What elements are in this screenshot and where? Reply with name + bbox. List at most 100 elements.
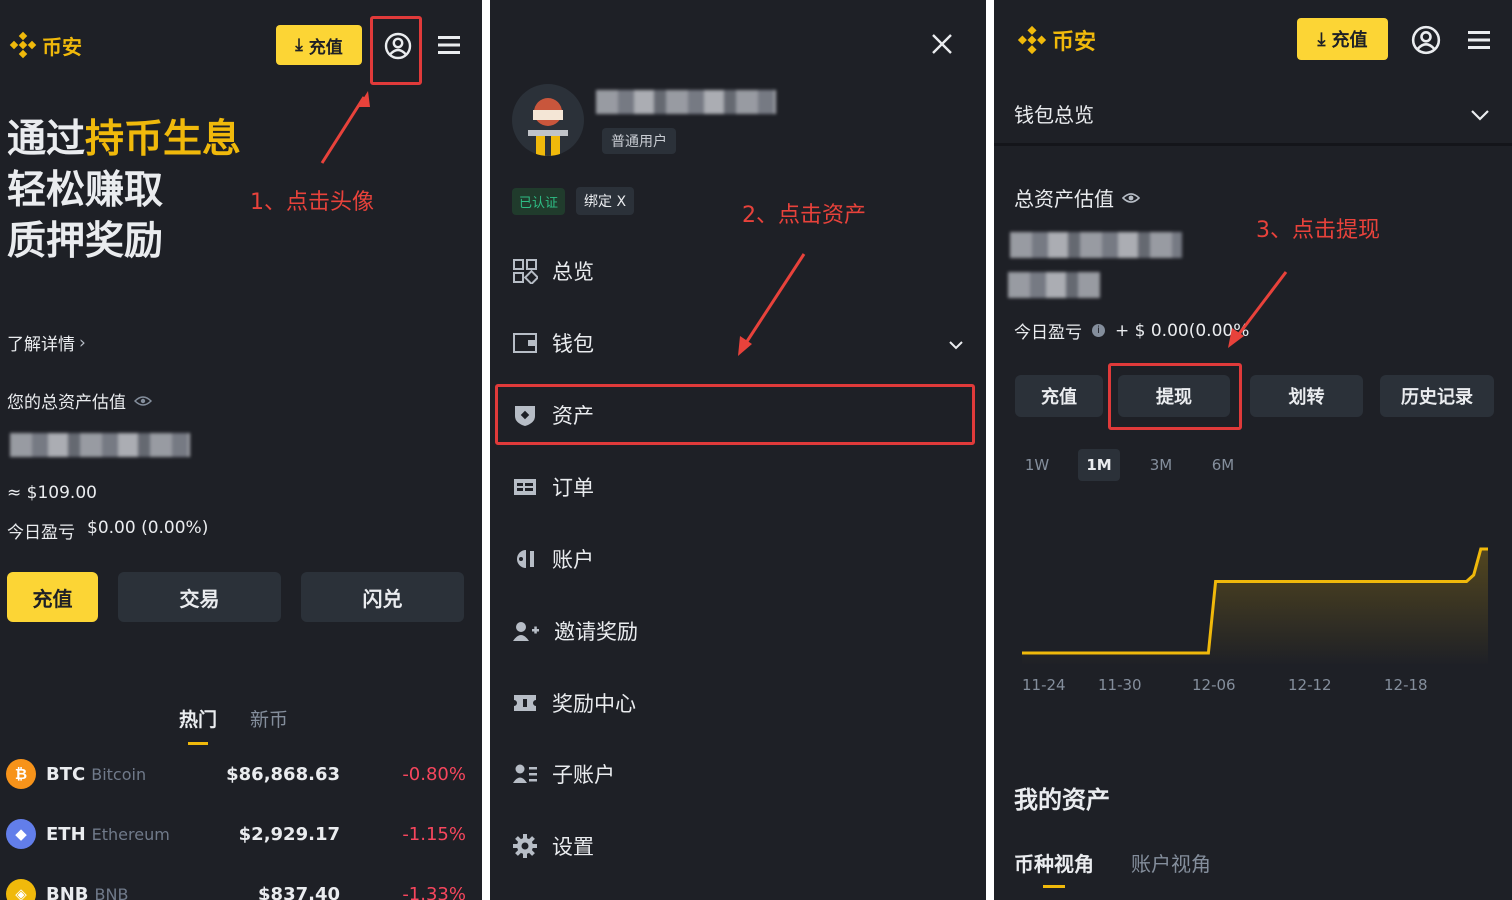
transfer-button[interactable]: 划转 — [1250, 375, 1363, 417]
total-assets-header-2: 总资产估值 — [1014, 183, 1140, 212]
tab-hot[interactable]: 热门 — [179, 705, 217, 745]
avatar-button-2[interactable] — [1408, 22, 1444, 58]
trade-button[interactable]: 交易 — [118, 572, 281, 622]
home-deposit-button[interactable]: 充值 — [7, 572, 98, 622]
coin-name: Bitcoin — [91, 764, 147, 784]
range-1m[interactable]: 1M — [1078, 449, 1120, 481]
menu-settings-label: 设置 — [552, 835, 594, 859]
brand-name-2: 币安 — [1052, 30, 1097, 55]
convert-button[interactable]: 闪兑 — [301, 572, 464, 622]
chevron-down-icon — [1470, 102, 1490, 126]
coin-price: $837.40 — [258, 883, 340, 900]
menu-icon — [438, 36, 460, 54]
step3-arrow-icon — [1228, 271, 1288, 348]
blurred-balance — [10, 433, 190, 457]
range-1w[interactable]: 1W — [1018, 449, 1056, 481]
blurred-username — [596, 90, 776, 114]
grid-icon — [513, 259, 538, 284]
pnl-row-2: 今日盈亏 i + $ 0.00(0.00% — [1014, 318, 1249, 344]
close-button[interactable] — [926, 28, 958, 60]
total-assets-label-2: 总资产估值 — [1014, 187, 1114, 211]
tab-account-view[interactable]: 账户视角 — [1131, 848, 1211, 877]
tab-indicator — [188, 742, 208, 745]
tab-indicator — [1043, 885, 1065, 888]
avatar-highlight-box — [370, 16, 422, 85]
asset-history-chart — [1022, 547, 1488, 666]
hamburger-menu-button[interactable] — [434, 28, 464, 62]
home-panel: 币安 ⤓ 充值 通过持币生息 轻松赚取 质押奖励 1、点击头像 了解详情 › 您的… — [0, 0, 482, 900]
chevron-right-icon: › — [79, 332, 86, 353]
eye-icon[interactable] — [1122, 191, 1140, 205]
blurred-approx-balance — [1008, 272, 1100, 298]
coin-symbol: BTC — [46, 763, 86, 785]
tab-coin-view-label: 币种视角 — [1014, 852, 1094, 876]
deposit-label: 充值 — [308, 37, 343, 58]
hero-line1-a: 通过 — [7, 117, 86, 162]
menu-rewards-center[interactable]: 奖励中心 — [512, 688, 636, 718]
coin-row[interactable]: ◆ ETH Ethereum $2,929.17 -1.15% — [6, 814, 466, 854]
binance-diamond-icon — [9, 31, 37, 59]
menu-sub-account-label: 子账户 — [552, 763, 615, 787]
menu-overview[interactable]: 总览 — [512, 256, 594, 286]
coin-icon: ◆ — [6, 819, 36, 849]
wallet-overview-dropdown[interactable]: 钱包总览 — [994, 84, 1512, 146]
coin-icon: ₿ — [6, 759, 36, 789]
approx-value: ≈ $109.00 — [7, 483, 97, 503]
learn-more-link[interactable]: 了解详情 › — [7, 330, 86, 356]
coin-symbol: ETH — [46, 823, 86, 845]
avatar[interactable] — [512, 84, 584, 156]
tab-coin-view[interactable]: 币种视角 — [1014, 848, 1094, 888]
deposit-button[interactable]: ⤓ 充值 — [276, 25, 362, 65]
chart-x-tick: 11-24 — [1022, 676, 1066, 694]
user-circle-icon — [1411, 25, 1441, 55]
wallet-deposit-button[interactable]: 充值 — [1015, 375, 1103, 417]
chart-x-tick: 12-18 — [1384, 676, 1428, 694]
binance-logo-2[interactable]: 币安 — [1016, 24, 1096, 56]
history-button[interactable]: 历史记录 — [1380, 375, 1494, 417]
download-icon: ⤓ — [295, 35, 303, 55]
learn-more-label: 了解详情 — [7, 335, 75, 355]
avatar-image-icon — [528, 98, 568, 156]
menu-rewards-center-label: 奖励中心 — [552, 692, 636, 716]
step3-annotation: 3、点击提现 — [1256, 218, 1380, 243]
menu-invite-label: 邀请奖励 — [554, 620, 638, 644]
tab-new-coins[interactable]: 新币 — [250, 705, 288, 732]
menu-account[interactable]: 账户 — [512, 544, 594, 574]
coin-row[interactable]: ◈ BNB BNB $837.40 -1.33% — [6, 874, 466, 900]
eye-icon[interactable] — [134, 395, 152, 407]
hero-title: 通过持币生息 轻松赚取 质押奖励 — [7, 114, 241, 267]
total-assets-header: 您的总资产估值 — [7, 388, 152, 413]
menu-wallet[interactable]: 钱包 — [512, 328, 964, 358]
withdraw-highlight-box — [1108, 363, 1242, 430]
hero-line3: 质押奖励 — [7, 219, 164, 264]
range-3m[interactable]: 3M — [1142, 449, 1180, 481]
menu-orders[interactable]: 订单 — [512, 472, 594, 502]
menu-invite[interactable]: 邀请奖励 — [512, 616, 638, 646]
binance-logo[interactable]: 币安 — [8, 30, 82, 60]
hamburger-menu-button-2[interactable] — [1464, 24, 1494, 56]
coin-change: -0.80% — [402, 763, 466, 785]
coin-row[interactable]: ₿ BTC Bitcoin $86,868.63 -0.80% — [6, 754, 466, 794]
bind-x-badge[interactable]: 绑定 X — [576, 187, 635, 215]
deposit-button-2[interactable]: ⤓ 充值 — [1297, 18, 1388, 60]
range-6m[interactable]: 6M — [1204, 449, 1242, 481]
wallet-deposit-label: 充值 — [1041, 387, 1077, 408]
coin-icon: ◈ — [6, 879, 36, 900]
menu-settings[interactable]: 设置 — [512, 831, 594, 861]
chart-area — [1022, 549, 1488, 666]
wallet-icon — [513, 333, 537, 353]
info-icon[interactable]: i — [1092, 324, 1105, 337]
chart-x-tick: 12-06 — [1192, 676, 1236, 694]
menu-sub-account[interactable]: 子账户 — [512, 759, 615, 789]
invite-icon — [513, 622, 539, 641]
pnl-label-2: 今日盈亏 — [1014, 323, 1082, 343]
pnl-value: $0.00 (0.00%) — [87, 518, 209, 538]
transfer-label: 划转 — [1288, 387, 1325, 408]
menu-wallet-label: 钱包 — [552, 332, 594, 356]
chart-x-tick: 11-30 — [1098, 676, 1142, 694]
step2-annotation: 2、点击资产 — [742, 203, 866, 228]
chevron-down-icon — [948, 331, 964, 355]
deposit-label-2: 充值 — [1331, 30, 1368, 51]
blurred-balance-2 — [1010, 232, 1182, 258]
step1-arrow-icon — [320, 91, 370, 164]
